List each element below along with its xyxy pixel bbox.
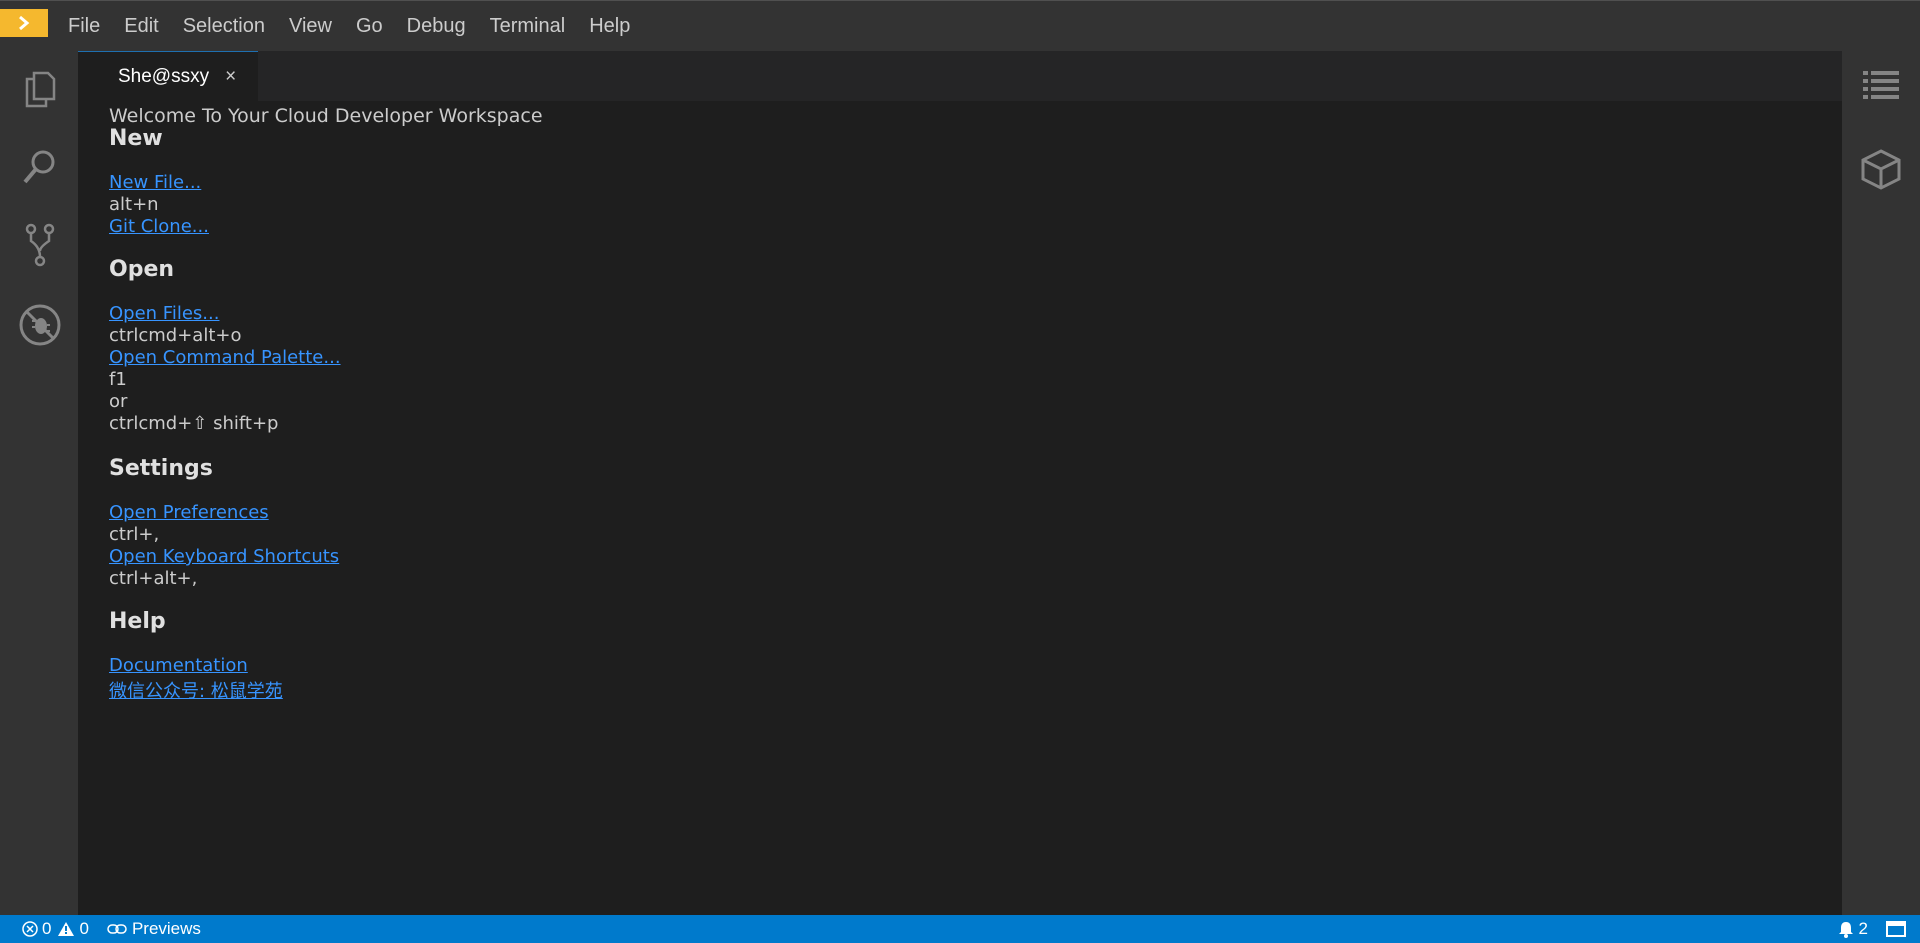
menu-edit[interactable]: Edit xyxy=(112,1,170,52)
shortcut-or: or xyxy=(109,391,128,412)
explorer-icon[interactable] xyxy=(16,65,64,113)
keyboard-shortcuts-shortcut: ctrl+alt+, xyxy=(109,568,198,589)
new-file-link[interactable]: New File... xyxy=(109,172,201,193)
command-palette-shortcut-f1: f1 xyxy=(109,369,127,390)
tab-bar: She@ssxy × xyxy=(78,51,1842,101)
close-icon[interactable]: × xyxy=(225,66,236,88)
outline-icon[interactable] xyxy=(1857,61,1905,109)
status-bar: 0 0 Previews 2 xyxy=(0,915,1920,943)
warning-count: 0 xyxy=(79,919,89,938)
plugins-icon[interactable] xyxy=(1857,145,1905,193)
section-settings-title: Settings xyxy=(109,456,213,481)
keyboard-shortcuts-link[interactable]: Open Keyboard Shortcuts xyxy=(109,546,339,567)
welcome-heading: Welcome To Your Cloud Developer Workspac… xyxy=(109,105,543,127)
link-icon xyxy=(107,924,127,934)
open-preferences-link[interactable]: Open Preferences xyxy=(109,502,269,523)
toggle-panel-button[interactable] xyxy=(1886,921,1906,937)
command-palette-link[interactable]: Open Command Palette... xyxy=(109,347,341,368)
welcome-page: Welcome To Your Cloud Developer Workspac… xyxy=(78,101,1842,915)
menu-bar: File Edit Selection View Go Debug Termin… xyxy=(0,0,1920,51)
app-logo[interactable] xyxy=(0,9,48,37)
new-file-shortcut: alt+n xyxy=(109,194,159,215)
error-count: 0 xyxy=(42,919,52,938)
bell-icon xyxy=(1838,922,1853,938)
right-side-bar xyxy=(1842,51,1920,915)
menu-selection[interactable]: Selection xyxy=(171,1,277,52)
menu-debug[interactable]: Debug xyxy=(395,1,478,52)
source-control-icon[interactable] xyxy=(16,221,64,269)
documentation-link[interactable]: Documentation xyxy=(109,655,248,676)
section-help-title: Help xyxy=(109,609,166,634)
section-open-title: Open xyxy=(109,257,175,282)
preferences-shortcut: ctrl+, xyxy=(109,524,160,545)
menu-view[interactable]: View xyxy=(277,1,344,52)
debug-icon[interactable] xyxy=(16,301,64,349)
menu-help[interactable]: Help xyxy=(577,1,642,52)
problems-indicator[interactable]: 0 0 xyxy=(22,919,89,939)
menu-go[interactable]: Go xyxy=(344,1,395,52)
previews-button[interactable]: Previews xyxy=(107,919,201,939)
menu-file[interactable]: File xyxy=(56,1,112,52)
notification-count: 2 xyxy=(1858,919,1868,938)
section-new-title: New xyxy=(109,126,163,151)
tab-title: She@ssxy xyxy=(118,65,210,87)
chevron-right-icon xyxy=(19,15,30,31)
previews-label: Previews xyxy=(131,919,201,938)
activity-bar xyxy=(0,51,78,915)
tab-welcome[interactable]: She@ssxy × xyxy=(78,51,258,101)
open-files-link[interactable]: Open Files... xyxy=(109,303,219,324)
notifications-button[interactable]: 2 xyxy=(1837,919,1868,939)
git-clone-link[interactable]: Git Clone... xyxy=(109,216,209,237)
error-icon xyxy=(22,921,38,937)
command-palette-shortcut-alt: ctrlcmd+⇧ shift+p xyxy=(109,413,279,434)
search-icon[interactable] xyxy=(16,143,64,191)
wechat-link[interactable]: 微信公众号: 松鼠学苑 xyxy=(109,681,283,702)
menu-terminal[interactable]: Terminal xyxy=(478,1,578,52)
panel-icon xyxy=(1886,921,1906,937)
warning-icon xyxy=(58,922,75,936)
open-files-shortcut: ctrlcmd+alt+o xyxy=(109,325,242,346)
